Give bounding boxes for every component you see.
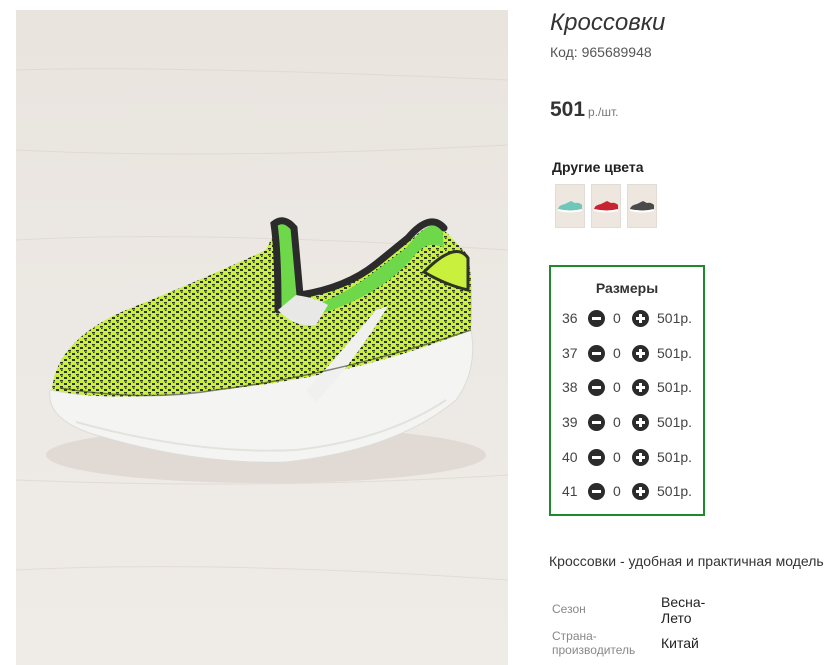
plus-icon-vertical bbox=[639, 382, 642, 392]
increase-button[interactable] bbox=[632, 378, 649, 396]
red-sneaker-icon bbox=[593, 201, 619, 213]
increase-button[interactable] bbox=[632, 413, 649, 431]
color-swatch-red[interactable] bbox=[591, 184, 621, 228]
mint-sneaker-icon bbox=[557, 201, 583, 213]
sizes-title: Размеры bbox=[595, 280, 659, 296]
plus-icon-vertical bbox=[639, 486, 642, 496]
price-unit: р./шт. bbox=[588, 105, 619, 119]
size-label: 39 bbox=[562, 414, 578, 430]
grey-sneaker-icon bbox=[629, 201, 655, 213]
plus-icon-vertical bbox=[639, 313, 642, 323]
size-row: 38 0 501р. bbox=[551, 376, 703, 398]
other-colors-list bbox=[555, 184, 657, 228]
quantity-value: 0 bbox=[613, 310, 621, 326]
size-label: 38 bbox=[562, 379, 578, 395]
decrease-button[interactable] bbox=[588, 309, 605, 327]
size-price: 501р. bbox=[657, 414, 693, 430]
quantity-value: 0 bbox=[613, 379, 621, 395]
quantity-value: 0 bbox=[613, 483, 621, 499]
attribute-value-season: Весна- Лето bbox=[661, 594, 706, 626]
size-label: 36 bbox=[562, 310, 578, 326]
size-price: 501р. bbox=[657, 379, 693, 395]
size-row: 41 0 501р. bbox=[551, 480, 703, 502]
size-price: 501р. bbox=[657, 310, 693, 326]
size-label: 40 bbox=[562, 449, 578, 465]
attribute-label-country: Страна- производитель bbox=[552, 629, 636, 657]
product-title: Кроссовки bbox=[550, 9, 666, 36]
price-value: 501 bbox=[550, 98, 586, 121]
plus-icon-vertical bbox=[639, 452, 642, 462]
color-swatch-grey[interactable] bbox=[627, 184, 657, 228]
minus-icon bbox=[592, 489, 601, 493]
minus-icon bbox=[592, 316, 601, 320]
other-colors-title: Другие цвета bbox=[552, 159, 644, 175]
size-row: 37 0 501р. bbox=[551, 342, 703, 364]
decrease-button[interactable] bbox=[588, 482, 605, 500]
minus-icon bbox=[592, 455, 601, 459]
price-block: 501 р./шт. bbox=[550, 98, 619, 122]
increase-button[interactable] bbox=[632, 482, 649, 500]
size-label: 41 bbox=[562, 483, 578, 499]
product-image[interactable] bbox=[16, 10, 508, 665]
plus-icon-vertical bbox=[639, 348, 642, 358]
minus-icon bbox=[592, 385, 601, 389]
attribute-label-season: Сезон bbox=[552, 602, 586, 616]
quantity-value: 0 bbox=[613, 414, 621, 430]
quantity-value: 0 bbox=[613, 345, 621, 361]
plus-icon-vertical bbox=[639, 417, 642, 427]
decrease-button[interactable] bbox=[588, 413, 605, 431]
minus-icon bbox=[592, 351, 601, 355]
size-row: 36 0 501р. bbox=[551, 307, 703, 329]
product-code: Код: 965689948 bbox=[550, 44, 652, 60]
increase-button[interactable] bbox=[632, 344, 649, 362]
minus-icon bbox=[592, 420, 601, 424]
decrease-button[interactable] bbox=[588, 344, 605, 362]
size-price: 501р. bbox=[657, 483, 693, 499]
size-row: 39 0 501р. bbox=[551, 411, 703, 433]
size-price: 501р. bbox=[657, 449, 693, 465]
color-swatch-mint[interactable] bbox=[555, 184, 585, 228]
decrease-button[interactable] bbox=[588, 448, 605, 466]
product-description: Кроссовки - удобная и практичная модель bbox=[549, 553, 824, 569]
sneaker-illustration bbox=[16, 68, 508, 581]
size-price: 501р. bbox=[657, 345, 693, 361]
attribute-value-country: Китай bbox=[661, 635, 699, 651]
increase-button[interactable] bbox=[632, 309, 649, 327]
increase-button[interactable] bbox=[632, 448, 649, 466]
size-row: 40 0 501р. bbox=[551, 446, 703, 468]
size-label: 37 bbox=[562, 345, 578, 361]
sizes-panel: Размеры 36 0 501р. 37 0 501р. 38 0 501р.… bbox=[549, 265, 705, 516]
quantity-value: 0 bbox=[613, 449, 621, 465]
decrease-button[interactable] bbox=[588, 378, 605, 396]
